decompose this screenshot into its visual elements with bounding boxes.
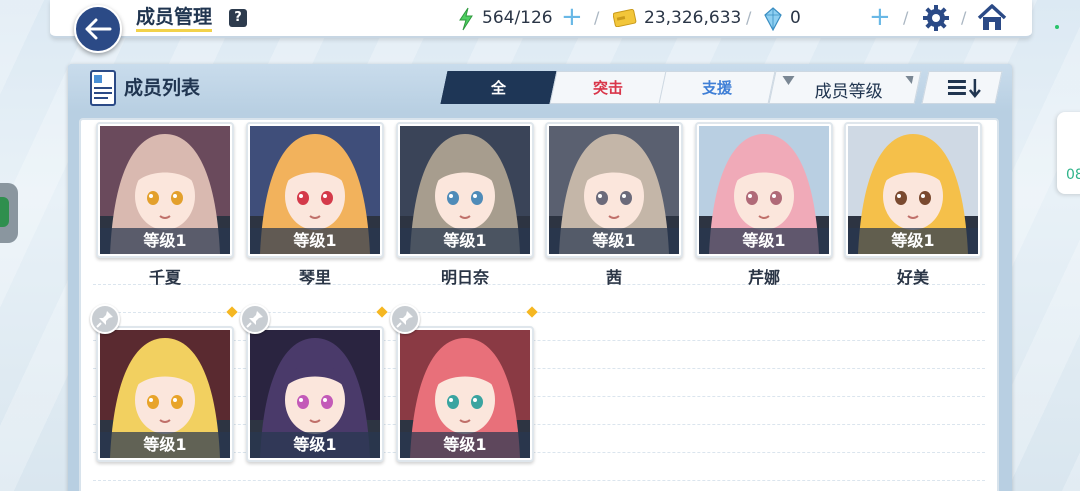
student-card[interactable]: 等级1: [96, 326, 234, 462]
pin-button[interactable]: [90, 304, 120, 334]
sort-descending-icon: [947, 79, 981, 98]
student-name: 茜: [605, 268, 622, 287]
back-button[interactable]: [74, 5, 122, 53]
status-dot: [1055, 25, 1059, 29]
sort-label: 成员等级: [814, 82, 883, 102]
tab-special[interactable]: 支援: [658, 71, 776, 104]
pyroxene-gem-icon: [764, 7, 782, 31]
pin-icon: [396, 311, 413, 328]
level-badge: 等级1: [250, 228, 380, 254]
student-card[interactable]: 等级1: [96, 122, 234, 258]
separator: /: [746, 8, 752, 27]
credit-icon: [613, 9, 637, 27]
student-card[interactable]: 等级1: [396, 122, 534, 258]
student-name: 芹娜: [747, 268, 780, 287]
separator: /: [903, 8, 909, 27]
separator: /: [594, 8, 600, 27]
student-card[interactable]: 等级1: [246, 122, 384, 258]
ap-value: 564/126: [482, 8, 553, 28]
tab-striker[interactable]: 突击: [549, 71, 667, 104]
student-name: 明日奈: [440, 268, 489, 287]
separator: /: [961, 8, 967, 27]
pyroxene-add-button[interactable]: +: [869, 4, 891, 30]
student-card[interactable]: 等级1: [695, 122, 833, 258]
pin-icon: [246, 311, 263, 328]
pin-button[interactable]: [390, 304, 420, 334]
student-name: 好美: [896, 268, 929, 287]
level-badge: 等级1: [250, 432, 380, 458]
roster-list-icon: [90, 70, 116, 106]
level-badge: 等级1: [400, 228, 530, 254]
level-badge: 等级1: [100, 228, 230, 254]
arrow-left-icon: [85, 18, 112, 40]
pyroxene-value: 0: [790, 8, 801, 28]
corner-marker-icon: [903, 76, 914, 84]
pin-button[interactable]: [240, 304, 270, 334]
level-badge: 等级1: [848, 228, 978, 254]
tab-label: 突击: [592, 79, 623, 97]
level-badge: 等级1: [699, 228, 829, 254]
filter-icon: [782, 76, 795, 85]
panel-title: 成员列表: [124, 77, 201, 99]
level-badge: 等级1: [549, 228, 679, 254]
student-name: 琴里: [298, 268, 331, 287]
student-card[interactable]: 等级1: [545, 122, 683, 258]
side-drawer-tab[interactable]: 08: [1057, 112, 1080, 194]
help-button[interactable]: ?: [229, 9, 247, 27]
divider: [93, 480, 985, 481]
ap-bolt-icon: [459, 7, 473, 31]
home-icon[interactable]: [977, 4, 1007, 32]
level-badge: 等级1: [400, 432, 530, 458]
sort-dropdown[interactable]: 成员等级: [768, 71, 922, 104]
level-badge: 等级1: [100, 432, 230, 458]
credits-value: 23,326,633: [644, 8, 742, 28]
student-name: 千夏: [148, 268, 181, 287]
side-drawer-tab-left[interactable]: [0, 183, 18, 243]
ap-add-button[interactable]: +: [561, 4, 583, 30]
tab-label: 支援: [701, 79, 732, 97]
pin-icon: [96, 311, 113, 328]
tab-all[interactable]: 全: [440, 71, 558, 104]
sort-order-button[interactable]: [921, 71, 1003, 104]
page-title: 成员管理: [136, 6, 213, 32]
student-card[interactable]: 等级1: [844, 122, 982, 258]
student-card[interactable]: 等级1: [246, 326, 384, 462]
gear-icon[interactable]: [922, 4, 950, 32]
student-card[interactable]: 等级1: [396, 326, 534, 462]
tab-label: 全: [491, 79, 507, 97]
